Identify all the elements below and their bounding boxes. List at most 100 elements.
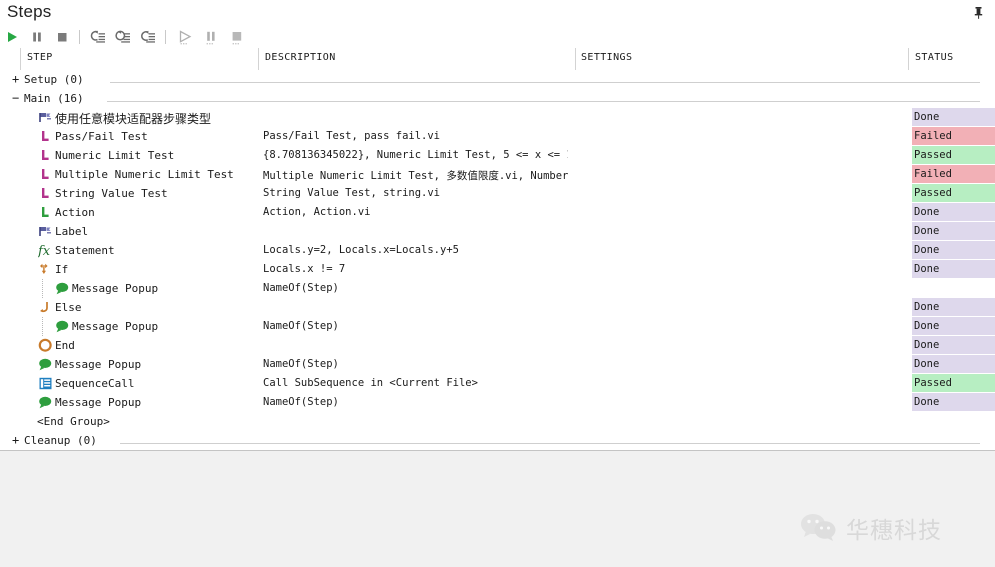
- step-row[interactable]: Numeric Limit Test {8.708136345022}, Nume…: [0, 146, 995, 165]
- message-popup-icon: [38, 357, 53, 372]
- step-row[interactable]: SequenceCall Call SubSequence in <Current…: [0, 374, 995, 393]
- step-out-icon: [141, 30, 155, 43]
- group-row-setup[interactable]: Setup (0) +: [0, 70, 995, 89]
- group-label-setup: Setup (0): [24, 73, 84, 86]
- step-row[interactable]: fx Statement Locals.y=2, Locals.x=Locals.y…: [0, 241, 995, 260]
- status-badge: Done: [912, 317, 995, 335]
- step-name: Label: [55, 225, 89, 238]
- status-badge: Passed: [912, 146, 995, 164]
- test-L-icon: [38, 129, 53, 144]
- step-out-button[interactable]: [138, 27, 158, 47]
- grid-empty-area: [0, 450, 995, 567]
- step-name: Message Popup: [55, 358, 142, 371]
- step-description: Locals.y=2, Locals.x=Locals.y+5: [263, 244, 459, 256]
- step-description: NameOf(Step): [263, 320, 339, 332]
- status-badge: Done: [912, 355, 995, 373]
- end-group-label: <End Group>: [37, 415, 110, 428]
- step-name: Multiple Numeric Limit Test: [55, 168, 234, 181]
- step-row[interactable]: Message Popup NameOf(Step) Done: [0, 317, 995, 336]
- terminate-button[interactable]: [52, 27, 72, 47]
- message-popup-icon: [38, 395, 53, 410]
- message-popup-icon: [55, 319, 70, 334]
- terminate-disabled-button[interactable]: [227, 27, 247, 47]
- fx-icon: fx: [37, 243, 53, 259]
- expand-toggle-cleanup[interactable]: +: [12, 433, 19, 447]
- step-row[interactable]: Multiple Numeric Limit Test Multiple Nume…: [0, 165, 995, 184]
- step-description: NameOf(Step): [263, 396, 339, 408]
- pin-icon[interactable]: [969, 4, 987, 22]
- group-label-main: Main (16): [24, 92, 84, 105]
- column-header-settings[interactable]: SETTINGS: [581, 52, 632, 63]
- pause-disabled-button[interactable]: [201, 27, 221, 47]
- step-row[interactable]: Else Done: [0, 298, 995, 317]
- step-description: Multiple Numeric Limit Test, 多数值限度.vi, N…: [263, 170, 568, 182]
- group-label-cleanup: Cleanup (0): [24, 434, 97, 447]
- column-divider-2[interactable]: [575, 48, 576, 70]
- stop-icon: [58, 33, 67, 42]
- group-rule-main: [107, 101, 980, 102]
- step-description: NameOf(Step): [263, 282, 339, 294]
- toolbar-separator-1: [79, 30, 80, 44]
- step-row[interactable]: If Locals.x != 7 Done: [0, 260, 995, 279]
- if-branch-icon: [38, 262, 53, 277]
- step-name: String Value Test: [55, 187, 168, 200]
- step-name: Statement: [55, 244, 115, 257]
- pause-icon: [206, 31, 215, 45]
- column-header-status[interactable]: STATUS: [915, 52, 954, 63]
- step-name: Action: [55, 206, 95, 219]
- run-button[interactable]: [2, 27, 22, 47]
- column-header-row: STEP DESCRIPTION SETTINGS STATUS: [0, 48, 995, 71]
- steps-grid[interactable]: Setup (0) + Main (16) − 使用任意模块适配器步骤类型 Don…: [0, 70, 995, 567]
- step-name: Else: [55, 301, 82, 314]
- step-row[interactable]: Pass/Fail Test Pass/Fail Test, pass fail.…: [0, 127, 995, 146]
- step-row[interactable]: End Done: [0, 336, 995, 355]
- step-description: Call SubSequence in <Current File>: [263, 377, 478, 389]
- expand-toggle-setup[interactable]: +: [12, 72, 19, 86]
- end-group-row[interactable]: <End Group>: [0, 412, 995, 431]
- svg-text:fx: fx: [38, 244, 51, 258]
- play-icon: [179, 30, 192, 45]
- step-row[interactable]: Message Popup NameOf(Step): [0, 279, 995, 298]
- end-ring-icon: [38, 338, 53, 353]
- stop-icon: [232, 32, 242, 45]
- step-name: End: [55, 339, 75, 352]
- group-row-main[interactable]: Main (16) −: [0, 89, 995, 108]
- step-row[interactable]: Message Popup NameOf(Step) Done: [0, 355, 995, 374]
- pause-button[interactable]: [27, 27, 47, 47]
- step-name: SequenceCall: [55, 377, 135, 390]
- test-L-icon: [38, 148, 53, 163]
- step-row[interactable]: String Value Test String Value Test, stri…: [0, 184, 995, 203]
- step-over-button[interactable]: [113, 27, 133, 47]
- step-row[interactable]: Label Done: [0, 222, 995, 241]
- step-row[interactable]: Action Action, Action.vi Done: [0, 203, 995, 222]
- message-popup-icon: [55, 281, 70, 296]
- status-badge: Done: [912, 108, 995, 126]
- status-badge: Done: [912, 222, 995, 240]
- test-L-icon: [38, 167, 53, 182]
- play-icon: [8, 32, 17, 42]
- run-disabled-button[interactable]: [175, 27, 195, 47]
- toolbar-separator-2: [165, 30, 166, 44]
- group-row-cleanup[interactable]: Cleanup (0) +: [0, 431, 995, 450]
- status-badge: [912, 279, 995, 297]
- step-name: 使用任意模块适配器步骤类型: [55, 112, 212, 126]
- step-row[interactable]: Message Popup NameOf(Step) Done: [0, 393, 995, 412]
- step-description: String Value Test, string.vi: [263, 187, 441, 199]
- collapse-toggle-main[interactable]: −: [12, 91, 19, 105]
- status-badge: Done: [912, 336, 995, 354]
- column-divider-1[interactable]: [258, 48, 259, 70]
- status-badge: Done: [912, 260, 995, 278]
- column-header-step[interactable]: STEP: [27, 52, 53, 63]
- step-description: Action, Action.vi: [263, 206, 371, 218]
- status-badge: Done: [912, 393, 995, 411]
- column-divider-3[interactable]: [908, 48, 909, 70]
- pause-icon: [33, 32, 41, 42]
- step-over-icon: [115, 30, 130, 43]
- step-into-button[interactable]: [88, 27, 108, 47]
- sequence-call-icon: [38, 376, 53, 391]
- column-header-description[interactable]: DESCRIPTION: [265, 52, 336, 63]
- toolbar: [0, 26, 995, 48]
- step-row[interactable]: 使用任意模块适配器步骤类型 Done: [0, 108, 995, 127]
- column-divider-0[interactable]: [20, 48, 21, 70]
- step-name: If: [55, 263, 69, 276]
